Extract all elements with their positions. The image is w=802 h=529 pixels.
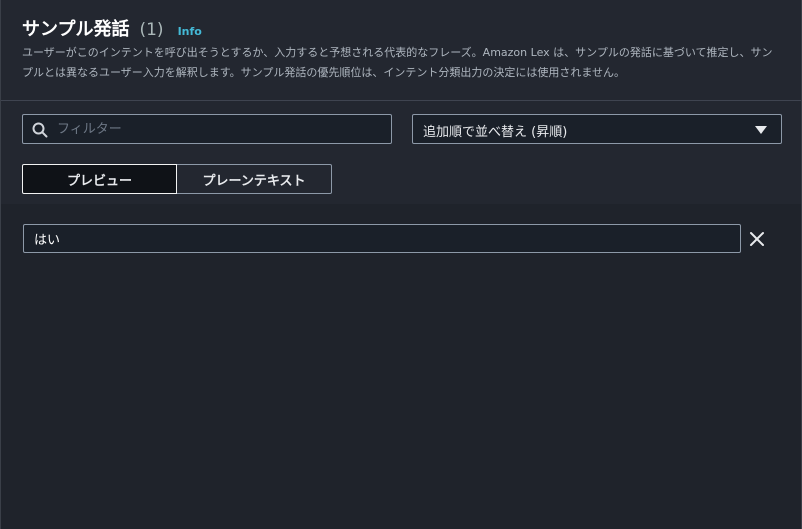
page-title: サンプル発話 (22, 19, 130, 40)
utterance-count: (1) (139, 20, 164, 40)
sort-select[interactable]: 追加順で並べ替え (昇順) (412, 114, 782, 144)
sort-selected-value: 追加順で並べ替え (昇順) (423, 125, 568, 140)
filter-box[interactable] (22, 114, 392, 144)
caret-down-icon (755, 126, 767, 134)
filter-input[interactable] (57, 117, 377, 141)
search-icon (32, 122, 48, 138)
utterance-list (1, 204, 801, 529)
filter-sort-controls: 追加順で並べ替え (昇順) (22, 114, 782, 144)
utterance-input[interactable] (23, 224, 741, 253)
view-toggle: プレビュー プレーンテキスト (22, 164, 332, 194)
info-link[interactable]: Info (178, 25, 202, 38)
sample-utterances-panel: サンプル発話 (1) Info ユーザーがこのインテントを呼び出そうとするか、入… (0, 0, 802, 529)
plaintext-tab[interactable]: プレーンテキスト (177, 164, 332, 194)
list-item (23, 224, 773, 254)
panel-header: サンプル発話 (1) Info ユーザーがこのインテントを呼び出そうとするか、入… (1, 0, 801, 101)
preview-tab[interactable]: プレビュー (22, 164, 177, 194)
title-row: サンプル発話 (1) Info (22, 15, 202, 41)
panel-description: ユーザーがこのインテントを呼び出そうとするか、入力すると予想される代表的なフレー… (22, 46, 773, 79)
close-icon[interactable] (747, 229, 767, 249)
